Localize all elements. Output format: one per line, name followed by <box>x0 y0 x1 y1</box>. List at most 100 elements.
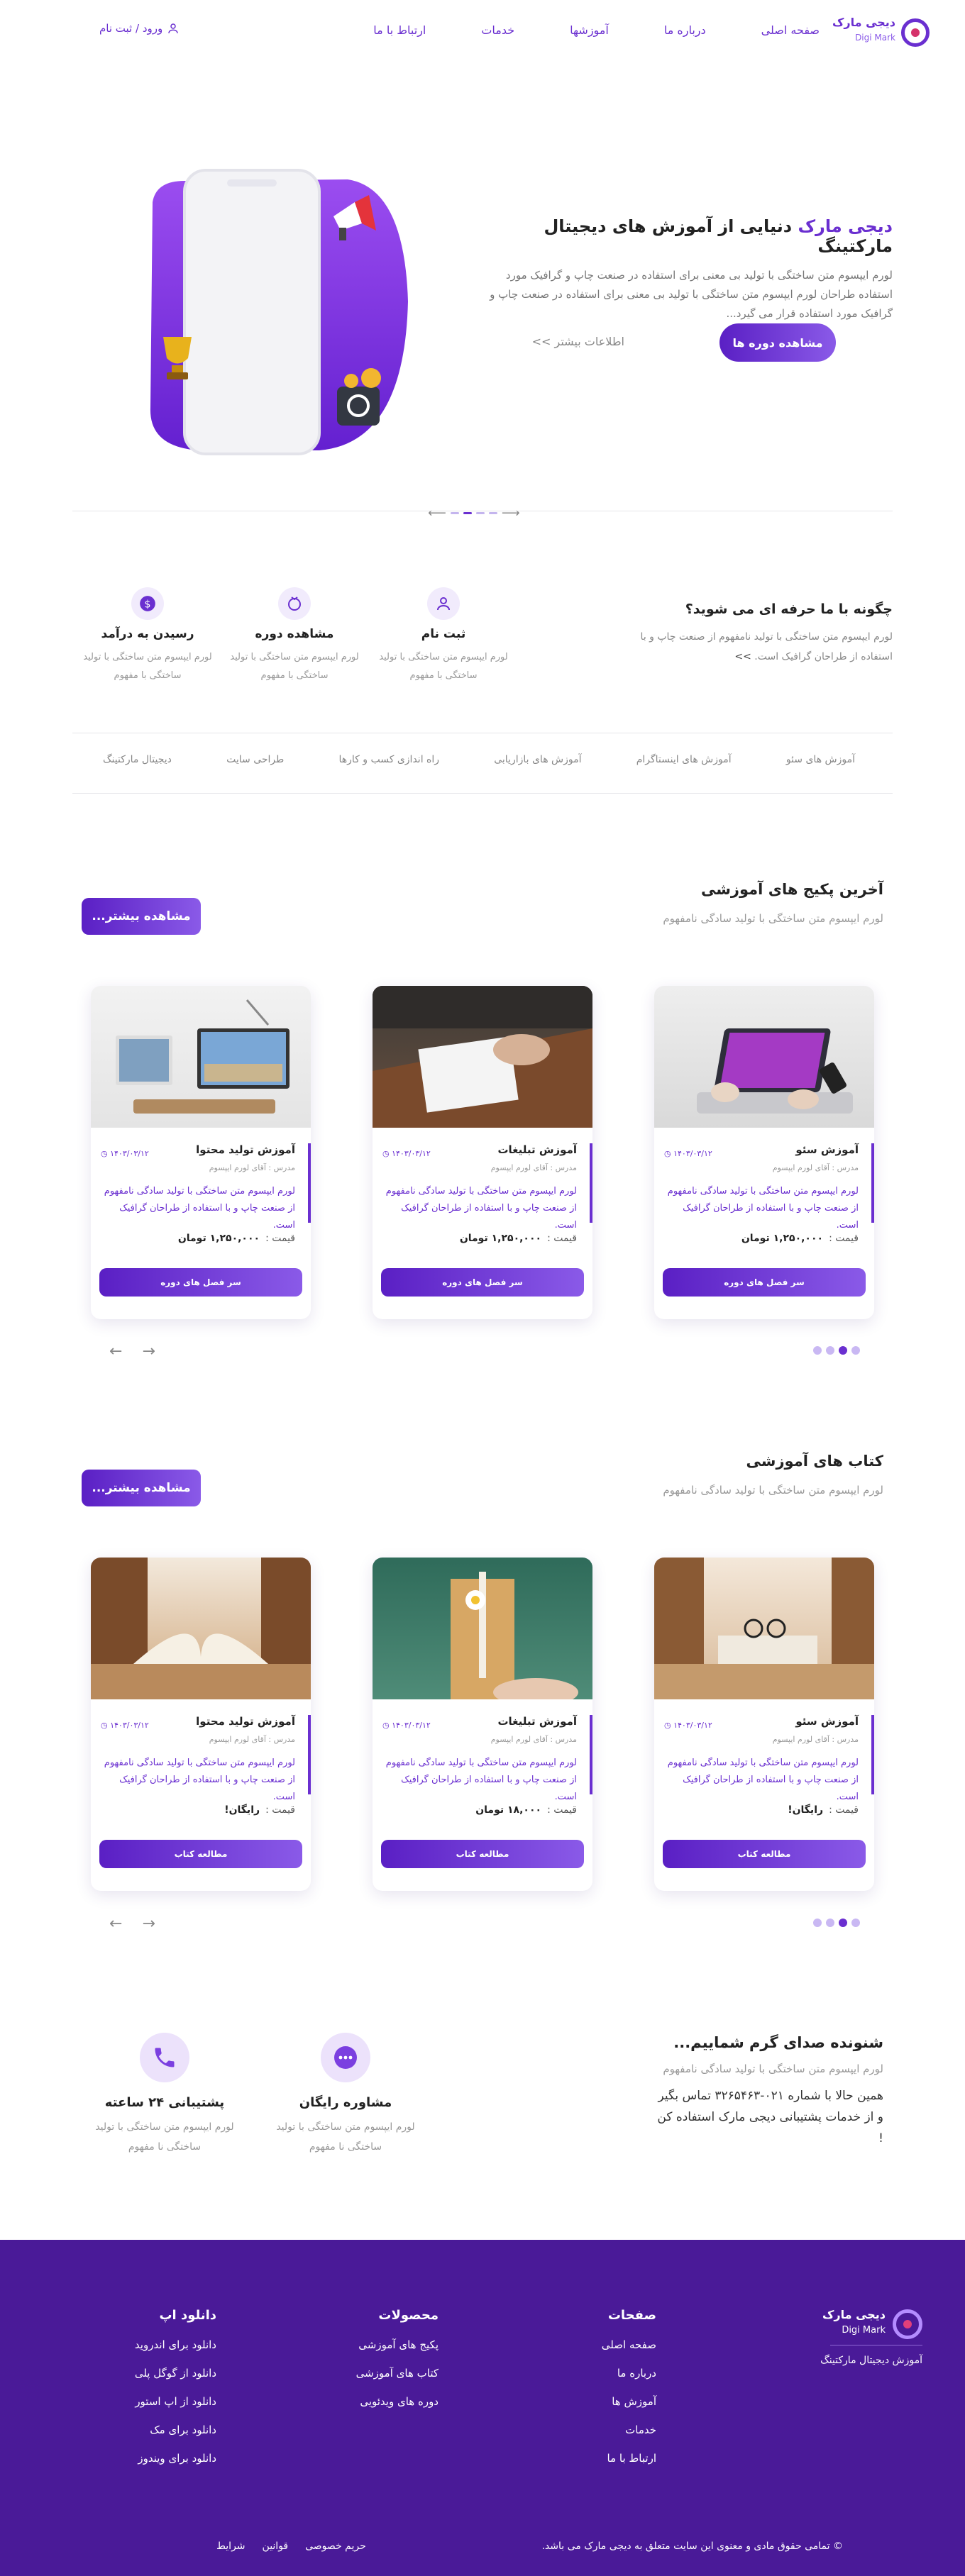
read-book-button[interactable]: مطالعه کتاب <box>663 1840 866 1868</box>
footer-link[interactable]: دانلود از گوگل پلی <box>135 2367 216 2380</box>
footer-legal: حریم خصوصی قوانین شرایط <box>216 2541 366 2552</box>
package-card[interactable]: آموزش سئو مدرس : آقای لورم ایپسوم ◷ ۱۴۰۳… <box>654 986 874 1319</box>
clock-icon: ◷ <box>382 1721 392 1730</box>
packages-subtitle: لورم ایپسوم متن ساختگی با تولید سادگی نا… <box>663 912 883 925</box>
support-title: شنونده صدای گرم شماییم... <box>673 2034 883 2051</box>
card-body: آموزش تولید محتوا مدرس : آقای لورم ایپسو… <box>91 1128 311 1319</box>
terms-link[interactable]: شرایط <box>216 2541 246 2552</box>
footer-link[interactable]: آموزش ها <box>602 2395 656 2408</box>
footer-apps-title: دانلود اپ <box>159 2308 216 2323</box>
packages-carousel-dots[interactable] <box>811 1344 862 1358</box>
more-info-link[interactable]: اطلاعات بیشتر >> <box>532 335 624 348</box>
books-more-button[interactable]: مشاهده بیشتر... <box>82 1470 201 1506</box>
category-item[interactable]: راه اندازی کسب و کارها <box>338 754 439 765</box>
hero-text-block: دیجی مارک دنیایی از آموزش های دیجیتال ما… <box>488 216 893 323</box>
arrow-right-icon[interactable]: → <box>142 1343 155 1360</box>
book-card[interactable]: آموزش سئو مدرس : آقای لورم ایپسوم ◷ ۱۴۰۳… <box>654 1558 874 1891</box>
footer-pages: صفحات صفحه اصلی درباره ما آموزش ها خدمات… <box>602 2308 656 2480</box>
packages-more-button[interactable]: مشاهده بیشتر... <box>82 898 201 935</box>
arrow-right-icon[interactable]: → <box>142 1915 155 1933</box>
read-book-button[interactable]: مطالعه کتاب <box>381 1840 584 1868</box>
card-price: قیمت :۱,۲۵۰,۰۰۰ تومان <box>177 1233 295 1244</box>
read-book-button[interactable]: مطالعه کتاب <box>99 1840 302 1868</box>
card-date: ◷ ۱۴۰۳/۰۳/۱۲ <box>101 1721 149 1730</box>
course-image <box>654 986 874 1128</box>
card-price: قیمت :۱,۲۵۰,۰۰۰ تومان <box>741 1233 859 1244</box>
how-more-link[interactable]: >> <box>734 651 751 662</box>
nav-home[interactable]: صفحه اصلی <box>761 23 820 37</box>
course-image <box>373 986 592 1128</box>
footer-link[interactable]: دانلود برای مک <box>135 2424 216 2436</box>
package-card[interactable]: آموزش تبلیغات مدرس : آقای لورم ایپسوم ◷ … <box>373 986 592 1319</box>
footer-products: محصولات پکیج های آموزشی کتاب های آموزشی … <box>356 2308 439 2424</box>
footer-apps: دانلود اپ دانلود برای اندروید دانلود از … <box>135 2308 216 2480</box>
card-desc: لورم ایپسوم متن ساختگی با تولید سادگی نا… <box>667 1758 859 1802</box>
card-title: آموزش تولید محتوا <box>196 1715 295 1728</box>
book-card[interactable]: آموزش تولید محتوا مدرس : آقای لورم ایپسو… <box>91 1558 311 1891</box>
site-header: دیجی مارک Digi Mark صفحه اصلی درباره ما … <box>0 0 965 64</box>
free-consultation: مشاوره رایگان لورم ایپسوم متن ساختگی با … <box>260 2033 431 2157</box>
card-desc: لورم ایپسوم متن ساختگی با تولید سادگی نا… <box>385 1758 577 1802</box>
category-item[interactable]: دیجیتال مارکتینگ <box>103 754 172 765</box>
books-arrows[interactable]: ← → <box>99 1915 165 1933</box>
syllabus-button[interactable]: سر فصل های دوره <box>663 1268 866 1297</box>
slider-next-icon[interactable]: ⟶ <box>502 506 520 521</box>
category-item[interactable]: آموزش های سئو <box>786 754 855 765</box>
view-courses-button[interactable]: مشاهده دوره ها <box>719 323 836 362</box>
footer-link[interactable]: پکیج های آموزشی <box>356 2338 439 2351</box>
user-icon <box>168 23 178 33</box>
category-item[interactable]: آموزش های اینستاگرام <box>636 754 732 765</box>
nav-contact[interactable]: ارتباط با ما <box>373 23 426 37</box>
how-block: چگونه با ما حرفه ای می شوید؟ لورم ایپسوم… <box>637 601 893 667</box>
step-earn: $ رسیدن به درآمد لورم ایپسوم متن ساختگی … <box>77 587 219 685</box>
nav-about[interactable]: درباره ما <box>664 23 706 37</box>
footer-link[interactable]: ارتباط با ما <box>602 2452 656 2465</box>
step-desc: لورم ایپسوم متن ساختگی با تولید ساختگی ب… <box>83 652 212 681</box>
footer-logo-icon <box>893 2309 922 2339</box>
card-teacher: مدرس : آقای لورم ایپسوم <box>772 1735 859 1744</box>
privacy-link[interactable]: حریم خصوصی <box>305 2541 366 2552</box>
footer-link[interactable]: صفحه اصلی <box>602 2338 656 2351</box>
card-desc: لورم ایپسوم متن ساختگی با تولید سادگی نا… <box>104 1186 295 1231</box>
brand-name[interactable]: دیجی مارک <box>832 16 895 29</box>
footer-link[interactable]: دانلود از اپ استور <box>135 2395 216 2408</box>
category-item[interactable]: آموزش های بازاریابی <box>494 754 581 765</box>
step-register: ثبت نام لورم ایپسوم متن ساختگی با تولید … <box>373 587 514 685</box>
rules-link[interactable]: قوانین <box>263 2541 289 2552</box>
card-teacher: مدرس : آقای لورم ایپسوم <box>490 1735 577 1744</box>
hero-description: لورم ایپسوم متن ساختگی با تولید بی معنی … <box>490 269 893 320</box>
footer-link[interactable]: کتاب های آموزشی <box>356 2367 439 2380</box>
card-date: ◷ ۱۴۰۳/۰۳/۱۲ <box>382 1149 431 1158</box>
footer-link[interactable]: دانلود برای اندروید <box>135 2338 216 2351</box>
arrow-left-icon[interactable]: ← <box>109 1915 122 1933</box>
hero-title: دیجی مارک دنیایی از آموزش های دیجیتال ما… <box>488 216 893 256</box>
nav-tutorials[interactable]: آموزشها <box>570 23 609 37</box>
support-24h: پشتیبانی ۲۴ ساعته لورم ایپسوم متن ساختگی… <box>79 2033 250 2157</box>
footer-link[interactable]: دانلود برای ویندوز <box>135 2452 216 2465</box>
support-item-title: پشتیبانی ۲۴ ساعته <box>104 2095 225 2110</box>
footer-link[interactable]: دوره های ویدئویی <box>356 2395 439 2408</box>
books-carousel-dots[interactable] <box>811 1916 862 1930</box>
nav-services[interactable]: خدمات <box>481 23 514 37</box>
arrow-left-icon[interactable]: ← <box>109 1343 122 1360</box>
footer-link[interactable]: خدمات <box>602 2424 656 2436</box>
syllabus-button[interactable]: سر فصل های دوره <box>381 1268 584 1297</box>
footer-products-title: محصولات <box>378 2308 439 2323</box>
clock-icon: ◷ <box>101 1149 111 1158</box>
book-image <box>654 1558 874 1699</box>
logo-icon[interactable] <box>901 18 930 47</box>
book-card[interactable]: آموزش تبلیغات مدرس : آقای لورم ایپسوم ◷ … <box>373 1558 592 1891</box>
hero-slider-dots[interactable]: ⟵ ⟶ <box>426 506 522 521</box>
card-body: آموزش تبلیغات مدرس : آقای لورم ایپسوم ◷ … <box>373 1699 592 1891</box>
package-card[interactable]: آموزش تولید محتوا مدرس : آقای لورم ایپسو… <box>91 986 311 1319</box>
card-price: قیمت :۱۸,۰۰۰ تومان <box>475 1804 577 1816</box>
support-text: همین حالا با شماره ۰۲۱-۳۲۶۵۴۶۳ تماس بگیر… <box>657 2089 883 2145</box>
category-item[interactable]: طراحی سایت <box>226 754 284 765</box>
slider-prev-icon[interactable]: ⟵ <box>428 506 446 521</box>
play-icon <box>278 587 311 620</box>
packages-arrows[interactable]: ← → <box>99 1343 165 1360</box>
footer-link[interactable]: درباره ما <box>602 2367 656 2380</box>
card-title: آموزش سئو <box>795 1143 859 1156</box>
syllabus-button[interactable]: سر فصل های دوره <box>99 1268 302 1297</box>
login-link[interactable]: ورود / ثبت نام <box>99 22 180 35</box>
